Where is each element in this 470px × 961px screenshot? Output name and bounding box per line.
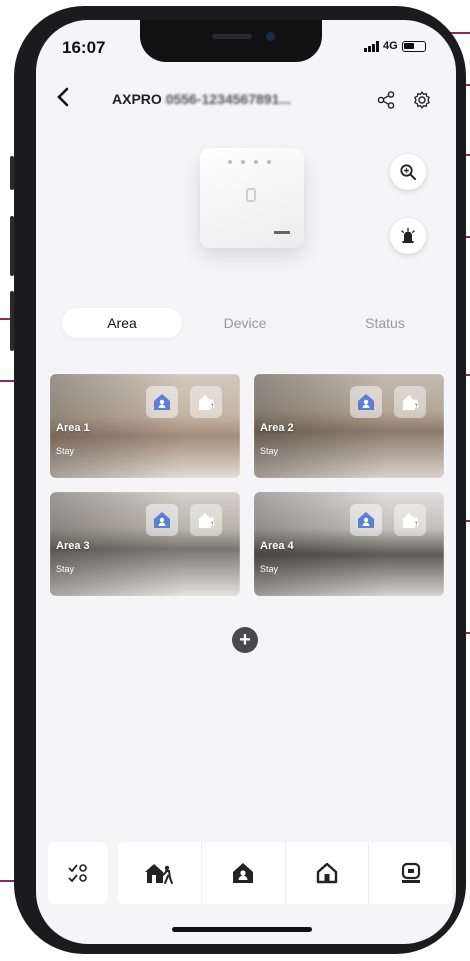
multi-select-icon (68, 864, 87, 883)
volume-down-button (10, 291, 14, 351)
mute-switch (10, 156, 14, 190)
back-arrow-icon (57, 87, 69, 107)
device-title: AXPRO 0556-1234567891... (112, 91, 362, 107)
gear-icon (414, 91, 430, 109)
area-card-2[interactable]: Area 2 Stay (254, 374, 444, 478)
area-card-4[interactable]: Area 4 Stay (254, 492, 444, 596)
clear-alarm-icon (401, 862, 420, 883)
device-name: AXPRO (112, 91, 162, 107)
stay-arm-icon (198, 513, 215, 528)
stay-arm-icon (198, 395, 215, 410)
tab-status[interactable]: Status (340, 308, 430, 338)
away-arm-icon (233, 863, 254, 883)
add-area-button[interactable]: + (232, 627, 258, 653)
tab-area[interactable]: Area (62, 308, 182, 338)
stay-arm-icon (402, 395, 419, 410)
multi-select-button[interactable] (48, 842, 108, 904)
back-button[interactable] (56, 86, 78, 112)
area-name: Area 3 (56, 540, 90, 552)
area-home-button[interactable] (350, 504, 382, 536)
share-icon (377, 91, 395, 109)
stay-arm-icon (145, 864, 174, 884)
status-indicators: 4G (364, 40, 426, 52)
area-stay-button[interactable] (190, 386, 222, 418)
share-button[interactable] (372, 86, 400, 114)
alarm-button[interactable] (390, 218, 426, 254)
home-indicator (172, 927, 312, 932)
arm-control-bar (118, 842, 452, 904)
home-user-icon (154, 394, 170, 410)
hub-device-image (200, 148, 304, 248)
away-arm-button[interactable] (202, 842, 286, 904)
volume-up-button (10, 216, 14, 276)
signal-icon (364, 40, 379, 52)
stay-arm-icon (402, 513, 419, 528)
area-stay-button[interactable] (190, 504, 222, 536)
area-home-button[interactable] (146, 386, 178, 418)
area-mode: Stay (56, 446, 75, 456)
area-card-3[interactable]: Area 3 Stay (50, 492, 240, 596)
area-mode: Stay (260, 564, 279, 574)
disarm-icon (316, 862, 338, 884)
area-name: Area 4 (260, 540, 294, 552)
plus-icon: + (239, 629, 251, 651)
notch (140, 20, 322, 62)
area-name: Area 2 (260, 422, 294, 434)
home-user-icon (358, 512, 374, 528)
disarm-button[interactable] (286, 842, 370, 904)
home-user-icon (154, 512, 170, 528)
status-time: 16:07 (62, 38, 106, 57)
settings-button[interactable] (408, 86, 436, 114)
stay-arm-button[interactable] (118, 842, 202, 904)
tab-device[interactable]: Device (200, 308, 290, 338)
magnifier-icon (400, 164, 416, 180)
area-mode: Stay (260, 446, 279, 456)
area-stay-button[interactable] (394, 386, 426, 418)
siren-icon (401, 227, 415, 243)
area-card-1[interactable]: Area 1 Stay (50, 374, 240, 478)
device-serial: 0556-1234567891... (165, 91, 292, 107)
area-home-button[interactable] (350, 386, 382, 418)
battery-icon (401, 40, 426, 52)
network-label: 4G (383, 40, 398, 52)
area-stay-button[interactable] (394, 504, 426, 536)
home-user-icon (358, 394, 374, 410)
area-mode: Stay (56, 564, 75, 574)
area-name: Area 1 (56, 422, 90, 434)
clear-alarm-button[interactable] (369, 842, 452, 904)
search-button[interactable] (390, 154, 426, 190)
area-home-button[interactable] (146, 504, 178, 536)
